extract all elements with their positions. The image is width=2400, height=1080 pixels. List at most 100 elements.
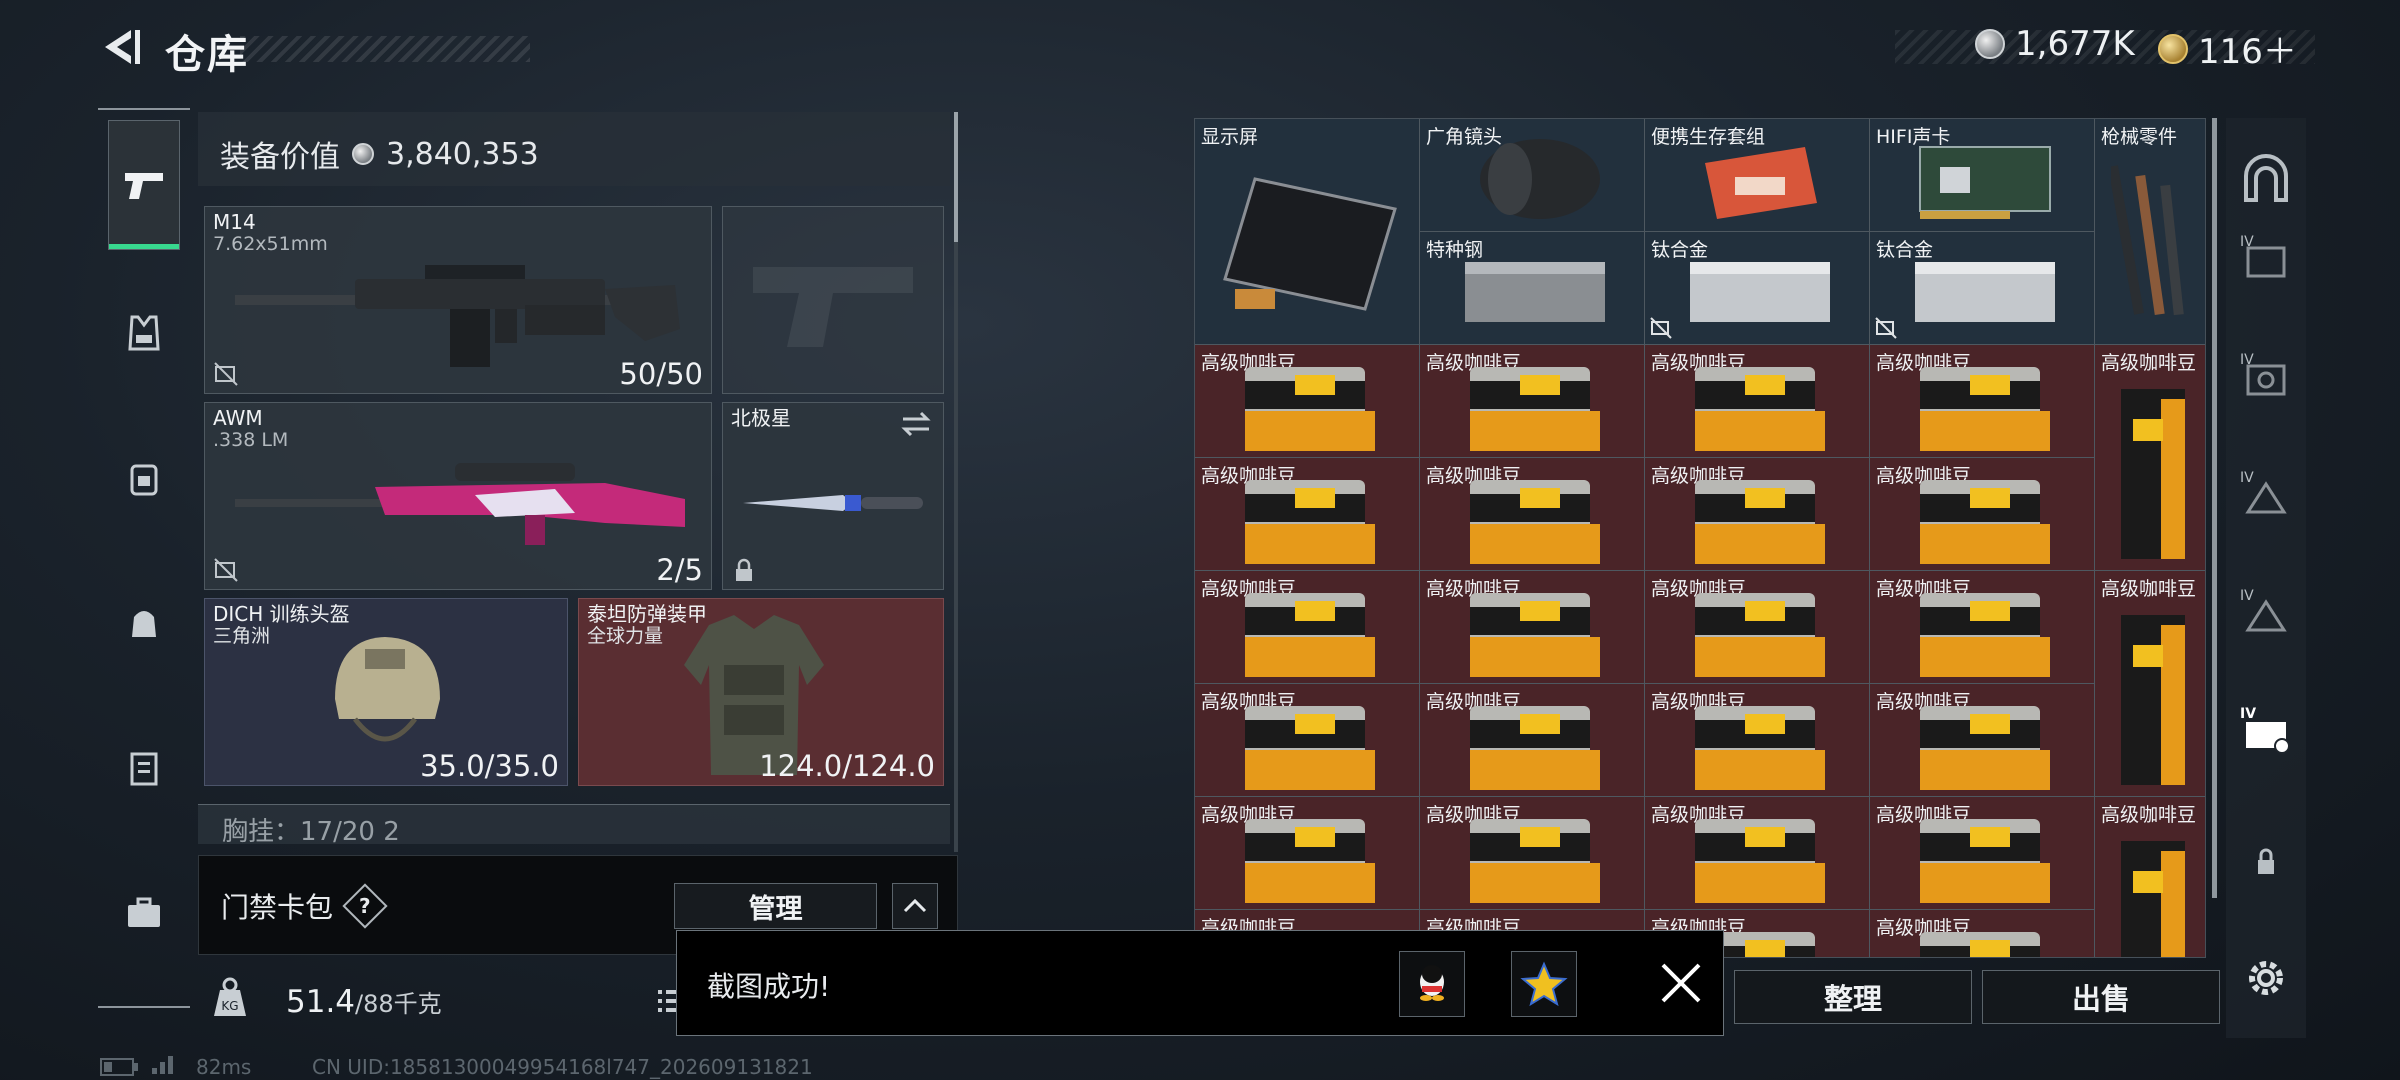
silver-coin-icon bbox=[352, 143, 374, 165]
nav-clipboard[interactable] bbox=[108, 703, 180, 833]
armor-brand: 全球力量 bbox=[587, 625, 664, 647]
stash-item-coffee-beans[interactable]: 高级咖啡豆 bbox=[1420, 345, 1645, 458]
sell-button[interactable]: 出售 bbox=[1982, 970, 2220, 1024]
equipment-scroll-thumb[interactable] bbox=[954, 112, 958, 242]
gold-currency[interactable]: 116＋ bbox=[2158, 24, 2297, 73]
stash-item-coffee-beans[interactable]: 高级咖啡豆 bbox=[1870, 458, 2095, 571]
stash-item-coffee-beans-tall[interactable]: 高级咖啡豆 bbox=[2095, 797, 2205, 957]
stash-item-titanium-1[interactable]: 钛合金 bbox=[1645, 232, 1870, 345]
stash-item-coffee-beans[interactable]: 高级咖啡豆 bbox=[1420, 684, 1645, 797]
coffee-bag-image bbox=[2121, 841, 2185, 957]
stash-item-coffee-beans[interactable]: 高级咖啡豆 bbox=[1870, 684, 2095, 797]
stash-item-coffee-beans[interactable]: 高级咖啡豆 bbox=[1195, 797, 1420, 910]
coffee-bag-image bbox=[1920, 480, 2050, 564]
stash-item-coffee-beans[interactable]: 高级咖啡豆 bbox=[1870, 797, 2095, 910]
arch-icon[interactable] bbox=[2238, 152, 2294, 208]
stash-item-coffee-beans[interactable]: 高级咖啡豆 bbox=[1645, 345, 1870, 458]
primary-weapon-slot-2[interactable]: AWM .338 LM 2/5 bbox=[204, 402, 712, 590]
manage-button[interactable]: 管理 bbox=[674, 883, 877, 929]
stash-grid: 显示屏 广角镜头 便携生存套组 HIFI声卡 枪械零件 特种钢 钛合金 钛合金 … bbox=[1194, 118, 2206, 958]
stash-item-coffee-beans-tall[interactable]: 高级咖啡豆 bbox=[2095, 571, 2205, 797]
close-button[interactable] bbox=[1651, 953, 1711, 1013]
stash-item-coffee-beans[interactable]: 高级咖啡豆 bbox=[1195, 571, 1420, 684]
stash-item-coffee-beans[interactable]: 高级咖啡豆 bbox=[1420, 458, 1645, 571]
stash-item-coffee-beans[interactable]: 高级咖啡豆 bbox=[1870, 910, 2095, 957]
lock-icon[interactable] bbox=[2238, 834, 2294, 890]
gear-icon[interactable] bbox=[2238, 950, 2294, 1006]
steel-bar-image bbox=[1465, 262, 1605, 322]
stash-scrollbar[interactable] bbox=[2212, 118, 2217, 898]
no-insure-icon bbox=[1650, 317, 1672, 339]
stash-tier-iv-icon[interactable]: IV bbox=[2238, 466, 2294, 522]
stash-item-coffee-beans[interactable]: 高级咖啡豆 bbox=[1195, 458, 1420, 571]
swap-icon[interactable] bbox=[899, 409, 933, 439]
coffee-bag-image bbox=[1245, 480, 1375, 564]
weapon-name: AWM bbox=[213, 406, 263, 430]
sort-button[interactable]: 整理 bbox=[1734, 970, 1972, 1024]
nav-bag[interactable] bbox=[108, 558, 180, 688]
stash-item-titanium-2[interactable]: 钛合金 bbox=[1870, 232, 2095, 345]
page-title: 仓库 bbox=[165, 32, 249, 78]
stash-item-gun-parts[interactable]: 枪械零件 bbox=[2095, 119, 2205, 345]
close-icon bbox=[1661, 963, 1701, 1003]
share-qzone-button[interactable] bbox=[1511, 951, 1577, 1017]
expand-button[interactable] bbox=[892, 883, 938, 929]
stash-item-soundcard[interactable]: HIFI声卡 bbox=[1870, 119, 2095, 232]
gun-parts-image bbox=[2111, 165, 2184, 316]
nav-weapons[interactable] bbox=[108, 120, 180, 250]
toast-message: 截图成功! bbox=[707, 970, 831, 1003]
armor-slot[interactable]: 泰坦防弹装甲 全球力量 124.0/124.0 bbox=[578, 598, 944, 786]
pistol-slot[interactable] bbox=[722, 206, 944, 394]
stash-tier-iv-icon[interactable]: IV bbox=[2238, 230, 2294, 286]
coffee-bag-image bbox=[2121, 615, 2185, 785]
help-icon[interactable]: ? bbox=[342, 883, 388, 929]
clipboard-icon bbox=[130, 752, 158, 786]
stash-item-survival-kit[interactable]: 便携生存套组 bbox=[1645, 119, 1870, 232]
stash-item-coffee-beans[interactable]: 高级咖啡豆 bbox=[1870, 571, 2095, 684]
silver-currency[interactable]: 1,677K bbox=[1975, 24, 2135, 64]
helmet-slot[interactable]: DICH 训练头盔 三角洲 35.0/35.0 bbox=[204, 598, 568, 786]
stash-item-coffee-beans[interactable]: 高级咖啡豆 bbox=[1645, 571, 1870, 684]
coffee-bag-image bbox=[1470, 819, 1600, 903]
coffee-bag-image bbox=[1470, 593, 1600, 677]
stash-item-coffee-beans[interactable]: 高级咖啡豆 bbox=[1195, 684, 1420, 797]
stash-item-coffee-beans[interactable]: 高级咖啡豆 bbox=[1645, 458, 1870, 571]
uid-text: CN UID:18581300049954168l747_20260913182… bbox=[312, 1055, 813, 1079]
nav-vest[interactable] bbox=[108, 268, 180, 398]
battery-icon bbox=[100, 1058, 138, 1076]
screenshot-toast: 截图成功! bbox=[676, 930, 1724, 1036]
primary-weapon-slot-1[interactable]: M14 7.62x51mm 50/50 bbox=[204, 206, 712, 394]
silver-coin-icon bbox=[1975, 29, 2005, 59]
stash-item-coffee-beans[interactable]: 高级咖啡豆 bbox=[1195, 345, 1420, 458]
stash-item-special-steel[interactable]: 特种钢 bbox=[1420, 232, 1645, 345]
stash-item-lens[interactable]: 广角镜头 bbox=[1420, 119, 1645, 232]
item-name: 高级咖啡豆 bbox=[2101, 578, 2197, 600]
stash-item-coffee-beans[interactable]: 高级咖啡豆 bbox=[1870, 345, 2095, 458]
stash-tier-iv-icon[interactable]: IV bbox=[2238, 348, 2294, 404]
stash-item-display[interactable]: 显示屏 bbox=[1195, 119, 1420, 345]
back-button[interactable] bbox=[95, 22, 145, 72]
stash-tier-iv-active-icon[interactable]: IV bbox=[2238, 702, 2294, 758]
stash-item-coffee-beans[interactable]: 高级咖啡豆 bbox=[1645, 797, 1870, 910]
equipment-panel: 装备价值 3,840,353 M14 7.62x51mm 50/50 AWM .… bbox=[198, 112, 958, 852]
stash-tier-iv-icon[interactable]: IV bbox=[2238, 584, 2294, 640]
stash-item-coffee-beans-tall[interactable]: 高级咖啡豆 bbox=[2095, 345, 2205, 571]
melee-slot[interactable]: 北极星 bbox=[722, 402, 944, 590]
coffee-bag-image bbox=[1695, 706, 1825, 790]
awm-rifle-image bbox=[235, 463, 685, 545]
pistol-icon bbox=[125, 173, 163, 199]
stash-item-coffee-beans[interactable]: 高级咖啡豆 bbox=[1645, 684, 1870, 797]
stash-item-coffee-beans[interactable]: 高级咖啡豆 bbox=[1420, 571, 1645, 684]
svg-text:IV: IV bbox=[2240, 470, 2254, 486]
share-qq-button[interactable] bbox=[1399, 951, 1465, 1017]
weight-value: 51.4/88千克 bbox=[286, 984, 442, 1020]
nav-backpack[interactable] bbox=[108, 413, 180, 543]
coffee-bag-image bbox=[1920, 367, 2050, 451]
nav-briefcase[interactable] bbox=[108, 848, 180, 978]
stash-item-coffee-beans[interactable]: 高级咖啡豆 bbox=[1420, 797, 1645, 910]
gold-coin-icon bbox=[2158, 33, 2188, 64]
chest-rig-row[interactable]: 胸挂：17/20 2 bbox=[198, 804, 950, 847]
item-name: 高级咖啡豆 bbox=[2101, 804, 2197, 826]
weight-bar: KG 51.4/88千克 bbox=[198, 962, 698, 1042]
qq-penguin-icon bbox=[1420, 965, 1444, 1001]
